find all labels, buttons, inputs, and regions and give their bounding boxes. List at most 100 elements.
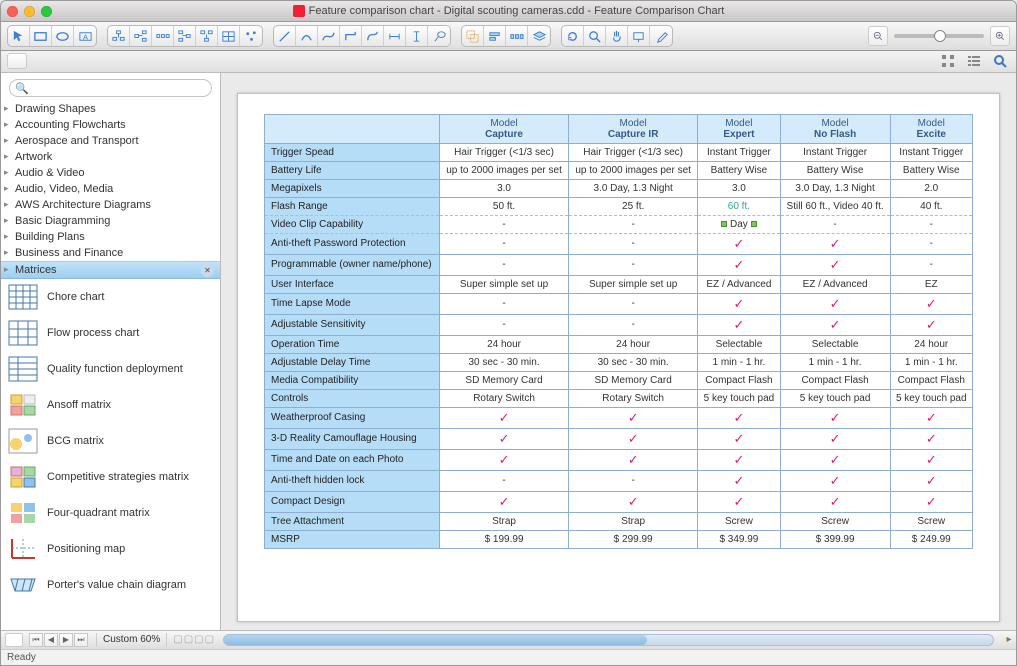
table-cell[interactable]: 5 key touch pad	[780, 389, 890, 407]
table-cell[interactable]: ✓	[698, 233, 780, 254]
table-row[interactable]: Time and Date on each Photo✓✓✓✓✓	[265, 449, 973, 470]
row-label[interactable]: Anti-theft hidden lock	[265, 470, 440, 491]
table-cell[interactable]: Rotary Switch	[440, 389, 569, 407]
column-header[interactable]: ModelExpert	[698, 114, 780, 143]
table-cell[interactable]: -	[440, 314, 569, 335]
table-cell[interactable]: ✓	[698, 449, 780, 470]
table-cell[interactable]: 3.0	[440, 179, 569, 197]
table-row[interactable]: Weatherproof Casing✓✓✓✓✓	[265, 407, 973, 428]
table-row[interactable]: Trigger SpeadHair Trigger (<1/3 sec)Hair…	[265, 143, 973, 161]
table-row[interactable]: Tree AttachmentStrapStrapScrewScrewScrew	[265, 512, 973, 530]
category-item[interactable]: Audio & Video	[1, 165, 220, 181]
column-header[interactable]: ModelNo Flash	[780, 114, 890, 143]
table-cell[interactable]: 40 ft.	[890, 197, 972, 215]
page-first-button[interactable]: ⏮	[29, 633, 43, 647]
table-cell[interactable]: 50 ft.	[440, 197, 569, 215]
category-item[interactable]: Aerospace and Transport	[1, 133, 220, 149]
table-cell[interactable]: -	[440, 254, 569, 275]
table-cell[interactable]: ✓	[440, 491, 569, 512]
library-item[interactable]: Quality function deployment	[1, 351, 220, 387]
table-cell[interactable]: ✓	[698, 407, 780, 428]
table-cell[interactable]: ✓	[890, 428, 972, 449]
nodes-button[interactable]	[240, 26, 262, 46]
table-cell[interactable]: $ 399.99	[780, 530, 890, 548]
zoom-in-button[interactable]	[990, 26, 1010, 46]
table-cell[interactable]: Screw	[890, 512, 972, 530]
row-label[interactable]: Operation Time	[265, 335, 440, 353]
table-cell[interactable]: Instant Trigger	[698, 143, 780, 161]
row-label[interactable]: Battery Life	[265, 161, 440, 179]
category-item[interactable]: Business and Finance	[1, 245, 220, 261]
table-cell[interactable]: Battery Wise	[698, 161, 780, 179]
table-cell[interactable]: 1 min - 1 hr.	[698, 353, 780, 371]
table-row[interactable]: Adjustable Sensitivity--✓✓✓	[265, 314, 973, 335]
library-item[interactable]: Four-quadrant matrix	[1, 495, 220, 531]
table-cell[interactable]: Strap	[440, 512, 569, 530]
table-cell[interactable]: ✓	[440, 449, 569, 470]
table-cell[interactable]: Screw	[698, 512, 780, 530]
table-cell[interactable]: $ 349.99	[698, 530, 780, 548]
category-item[interactable]: Building Plans	[1, 229, 220, 245]
table-cell[interactable]: 3.0	[698, 179, 780, 197]
table-cell[interactable]: ✓	[569, 428, 698, 449]
row-label[interactable]: Tree Attachment	[265, 512, 440, 530]
row-label[interactable]: Media Compatibility	[265, 371, 440, 389]
library-item[interactable]: Positioning map	[1, 531, 220, 567]
table-cell[interactable]: Strap	[569, 512, 698, 530]
library-item[interactable]: Competitive strategies matrix	[1, 459, 220, 495]
table-row[interactable]: Compact Design✓✓✓✓✓	[265, 491, 973, 512]
table-cell[interactable]: ✓	[780, 233, 890, 254]
callout-button[interactable]	[428, 26, 450, 46]
table-cell[interactable]: EZ	[890, 275, 972, 293]
row-label[interactable]: Compact Design	[265, 491, 440, 512]
table-cell[interactable]: 25 ft.	[569, 197, 698, 215]
row-label[interactable]: Anti-theft Password Protection	[265, 233, 440, 254]
minimize-window-button[interactable]	[24, 6, 35, 17]
zoom-tool-button[interactable]	[584, 26, 606, 46]
table-cell[interactable]: ✓	[780, 491, 890, 512]
table-cell[interactable]: ✓	[780, 449, 890, 470]
row-label[interactable]: Programmable (owner name/phone)	[265, 254, 440, 275]
table-row[interactable]: Operation Time24 hour24 hourSelectableSe…	[265, 335, 973, 353]
text-tool-button[interactable]: A	[74, 26, 96, 46]
table-cell[interactable]: ✓	[698, 470, 780, 491]
page-next-button[interactable]: ▶	[59, 633, 73, 647]
table-row[interactable]: ControlsRotary SwitchRotary Switch5 key …	[265, 389, 973, 407]
library-item[interactable]: BCG matrix	[1, 423, 220, 459]
table-row[interactable]: Flash Range50 ft.25 ft.60 ft.Still 60 ft…	[265, 197, 973, 215]
library-grid-view-button[interactable]	[938, 52, 958, 70]
dimension-h-button[interactable]	[384, 26, 406, 46]
table-cell[interactable]: 5 key touch pad	[698, 389, 780, 407]
zoom-track[interactable]	[894, 34, 984, 38]
table-cell[interactable]: ✓	[780, 293, 890, 314]
tree-down-button[interactable]	[108, 26, 130, 46]
eyedropper-button[interactable]	[650, 26, 672, 46]
row-label[interactable]: Adjustable Delay Time	[265, 353, 440, 371]
table-insert-button[interactable]	[218, 26, 240, 46]
table-cell[interactable]: Still 60 ft., Video 40 ft.	[780, 197, 890, 215]
table-row[interactable]: Megapixels3.03.0 Day, 1.3 Night3.03.0 Da…	[265, 179, 973, 197]
table-cell[interactable]: Selectable	[698, 335, 780, 353]
table-cell[interactable]: -	[780, 215, 890, 233]
library-item[interactable]: Flow process chart	[1, 315, 220, 351]
page-prev-button[interactable]: ◀	[44, 633, 58, 647]
row-label[interactable]: Flash Range	[265, 197, 440, 215]
table-row[interactable]: Anti-theft Password Protection--✓✓-	[265, 233, 973, 254]
table-cell[interactable]: -	[890, 215, 972, 233]
column-header[interactable]: ModelExcite	[890, 114, 972, 143]
selection-handle[interactable]	[721, 221, 727, 227]
scrollbar-thumb[interactable]	[224, 635, 647, 645]
distribute-button[interactable]	[506, 26, 528, 46]
table-cell[interactable]: ✓	[780, 407, 890, 428]
table-cell[interactable]: 3.0 Day, 1.3 Night	[780, 179, 890, 197]
table-cell[interactable]: ✓	[890, 470, 972, 491]
table-cell[interactable]: $ 199.99	[440, 530, 569, 548]
table-cell[interactable]: 2.0	[890, 179, 972, 197]
table-cell[interactable]: -	[569, 470, 698, 491]
table-cell[interactable]: ✓	[698, 314, 780, 335]
scroll-right-button[interactable]: ▸	[1002, 634, 1016, 645]
column-header[interactable]: ModelCapture IR	[569, 114, 698, 143]
category-item[interactable]: Accounting Flowcharts	[1, 117, 220, 133]
row-label[interactable]: User Interface	[265, 275, 440, 293]
page-last-button[interactable]: ⏭	[74, 633, 88, 647]
